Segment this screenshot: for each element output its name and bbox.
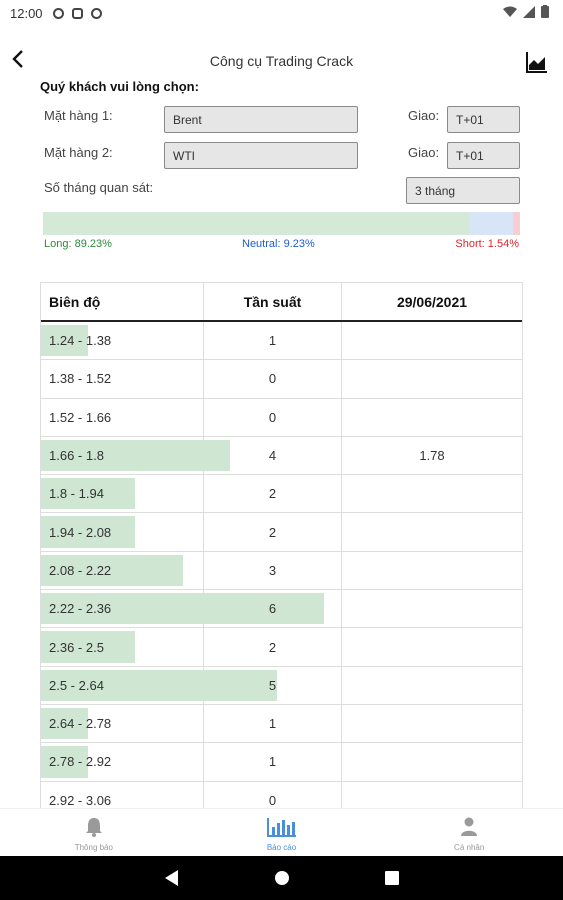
frequency-cell: 1 [204, 743, 342, 781]
header-range: Biên độ [41, 283, 204, 320]
tab-profile[interactable]: Cá nhân [375, 809, 563, 856]
frequency-cell: 1 [204, 322, 342, 360]
short-segment [512, 212, 520, 235]
date-value-cell [342, 475, 522, 512]
frequency-cell: 5 [204, 666, 342, 704]
range-cell: 2.5 - 2.64 [41, 666, 204, 704]
table-row: 2.5 - 2.64 5 [41, 666, 522, 705]
date-value-cell: 1.78 [419, 448, 445, 464]
date-value-cell [342, 513, 522, 550]
delivery1-label: Giao: [408, 108, 440, 123]
nav-back-icon[interactable] [164, 870, 179, 886]
long-percentage: Long: 89.23% [44, 238, 112, 250]
neutral-percentage: Neutral: 9.23% [242, 238, 315, 250]
range-cell: 1.94 - 2.08 [41, 513, 204, 551]
table-body: 1.24 - 1.38 1 1.38 - 1.52 0 1.52 - 1.66 0 1.66… [41, 322, 522, 820]
date-value-cell [342, 399, 522, 436]
person-icon [461, 817, 478, 836]
range-frequency-table: Biên độ Tần suất 29/06/2021 1.24 - 1.38 1… [40, 282, 523, 820]
date-value-cell [342, 628, 522, 665]
date-value-cell [342, 552, 522, 589]
frequency-cell: 2 [204, 628, 342, 666]
range-cell: 1.38 - 1.52 [41, 360, 204, 398]
signal-icon [523, 5, 535, 18]
frequency-cell: 3 [204, 551, 342, 590]
table-row: 2.78 - 2.92 1 [41, 743, 522, 782]
sd-card-icon [71, 7, 83, 19]
table-header: Biên độ Tần suất 29/06/2021 [41, 282, 522, 322]
bell-icon [85, 818, 102, 837]
frequency-cell: 0 [204, 398, 342, 436]
range-cell: 2.22 - 2.36 [41, 590, 204, 628]
bottom-tab-bar: Thông báo Báo cáo Cá nhân [0, 808, 563, 856]
months-label: Số tháng quan sát: [44, 180, 154, 195]
notification-icon [52, 7, 64, 19]
date-value-cell [342, 667, 522, 704]
table-row: 1.94 - 2.08 2 [41, 513, 522, 552]
area-chart-icon[interactable] [525, 50, 549, 74]
selection-prompt: Quý khách vui lòng chọn: [40, 79, 199, 94]
item2-label: Mặt hàng 2: [44, 145, 113, 160]
table-row: 1.66 - 1.8 4 1.78 [41, 436, 522, 476]
wifi-icon [503, 6, 517, 17]
range-cell: 1.52 - 1.66 [41, 398, 204, 436]
table-row: 2.36 - 2.5 2 [41, 628, 522, 667]
range-cell: 2.64 - 2.78 [41, 704, 204, 743]
range-cell: 1.24 - 1.38 [41, 322, 204, 360]
status-bar: 12:00 [0, 0, 563, 26]
table-row: 2.08 - 2.22 3 [41, 551, 522, 591]
item1-label: Mặt hàng 1: [44, 108, 113, 123]
tab-reports-label: Báo cáo [266, 843, 297, 852]
tab-notifications-label: Thông báo [74, 843, 113, 852]
frequency-cell: 0 [204, 360, 342, 398]
tab-profile-label: Cá nhân [454, 843, 485, 852]
delivery2-label: Giao: [408, 145, 440, 160]
table-row: 2.64 - 2.78 1 [41, 704, 522, 744]
long-segment [43, 212, 469, 235]
date-value-cell [342, 322, 522, 359]
item2-select[interactable]: WTI [164, 142, 358, 169]
delivery2-select[interactable]: T+01 [447, 142, 520, 169]
table-row: 1.38 - 1.52 0 [41, 360, 522, 399]
range-cell: 2.78 - 2.92 [41, 743, 204, 781]
short-percentage: Short: 1.54% [455, 238, 519, 250]
item1-select[interactable]: Brent [164, 106, 358, 133]
neutral-segment [468, 212, 513, 235]
date-value-cell [342, 360, 522, 397]
months-select[interactable]: 3 tháng [406, 177, 520, 204]
header-frequency: Tần suất [204, 283, 342, 320]
app-bar: Công cụ Trading Crack [0, 40, 563, 84]
frequency-cell: 2 [204, 513, 342, 551]
table-row: 2.22 - 2.36 6 [41, 590, 522, 629]
status-time: 12:00 [10, 5, 43, 21]
table-row: 1.24 - 1.38 1 [41, 322, 522, 361]
table-row: 1.52 - 1.66 0 [41, 398, 522, 437]
tab-reports[interactable]: Báo cáo [188, 809, 376, 856]
frequency-cell: 4 [204, 436, 342, 475]
status-indicators [503, 5, 549, 18]
range-cell: 1.66 - 1.8 [41, 436, 204, 475]
sync-icon [90, 7, 102, 19]
nav-recents-icon[interactable] [384, 871, 399, 885]
battery-icon [541, 5, 549, 18]
range-cell: 2.08 - 2.22 [41, 551, 204, 590]
frequency-cell: 2 [204, 475, 342, 513]
date-value-cell [342, 705, 522, 742]
delivery1-select[interactable]: T+01 [447, 106, 520, 133]
table-row: 1.8 - 1.94 2 [41, 475, 522, 514]
sentiment-bar [43, 212, 520, 235]
bar-chart-icon [266, 818, 296, 837]
page-title: Công cụ Trading Crack [209, 53, 354, 69]
system-nav-bar [0, 856, 563, 900]
frequency-cell: 1 [204, 704, 342, 743]
date-value-cell [342, 743, 522, 780]
tab-notifications[interactable]: Thông báo [0, 809, 188, 856]
date-value-cell [342, 590, 522, 627]
nav-home-icon[interactable] [274, 870, 290, 886]
frequency-cell: 6 [204, 590, 342, 628]
header-date: 29/06/2021 [396, 293, 468, 310]
range-cell: 1.8 - 1.94 [41, 475, 204, 513]
range-cell: 2.36 - 2.5 [41, 628, 204, 666]
